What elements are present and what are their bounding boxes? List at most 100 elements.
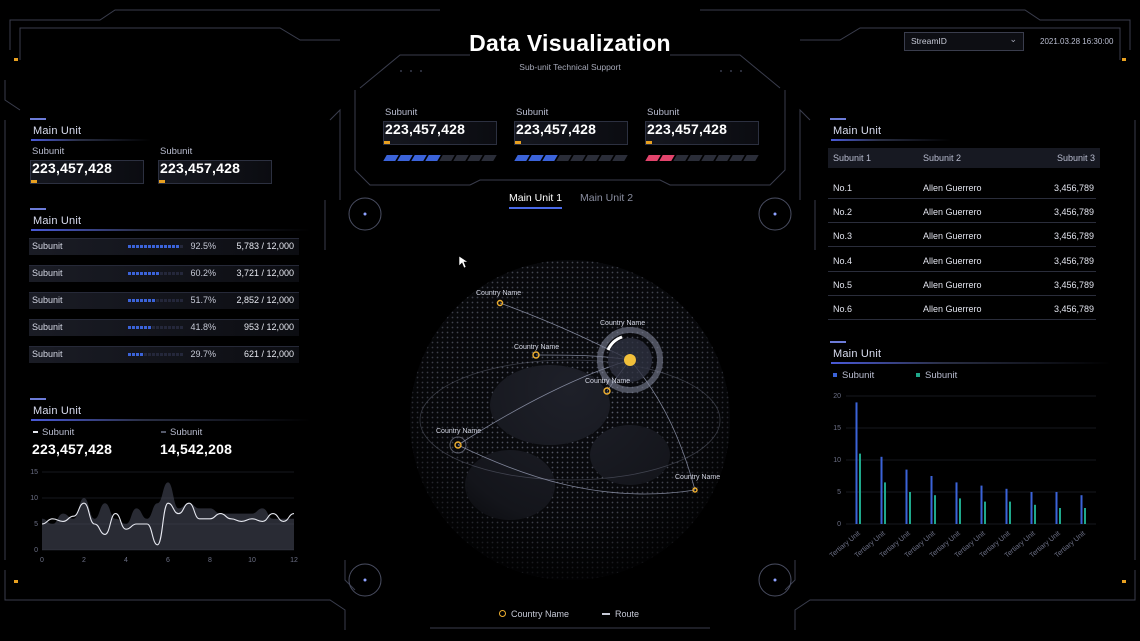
x-tick-label: 10 — [248, 557, 256, 564]
bar — [880, 456, 883, 524]
row-progress — [128, 272, 183, 275]
left-card-value: 223,457,428 — [32, 160, 113, 176]
panel-title: Main Unit — [833, 348, 882, 360]
y-tick-label: 15 — [30, 469, 38, 476]
bar — [855, 402, 858, 524]
table-row: No.6 Allen Guerrero 3,456,789 — [828, 301, 1096, 320]
value-cell: 3,456,789 — [1053, 304, 1094, 314]
column-header: Subunit 3 — [1056, 153, 1095, 163]
progress-bar — [514, 155, 628, 161]
legend-swatch — [161, 431, 166, 433]
top-card-label: Subunit — [385, 107, 418, 118]
bar — [1080, 495, 1083, 524]
x-tick-label: 4 — [124, 557, 128, 564]
row-value: 953 / 12,000 — [243, 322, 294, 332]
value-cell: 3,456,789 — [1053, 183, 1094, 193]
bar — [934, 495, 936, 524]
page-title: Data Visualization — [469, 30, 671, 56]
bar — [930, 476, 933, 524]
row-label: Subunit — [32, 295, 63, 305]
chevron-down-icon: ⌄ — [1009, 34, 1017, 44]
row-progress — [128, 245, 183, 248]
name-cell: Allen Guerrero — [923, 183, 982, 193]
table-row: No.3 Allen Guerrero 3,456,789 — [828, 228, 1096, 248]
value-cell: 3,456,789 — [1053, 207, 1094, 218]
bar — [909, 492, 911, 524]
progress-bar — [645, 155, 759, 161]
country-label: Country Name — [585, 378, 630, 385]
row-label: Subunit — [32, 241, 63, 251]
stream-select[interactable]: StreamID ⌄ — [904, 32, 1024, 51]
left-card-value: 223,457,428 — [160, 160, 241, 176]
y-tick-label: 0 — [34, 547, 38, 554]
y-tick-label: 10 — [833, 457, 841, 464]
legend-label: Subunit — [170, 427, 203, 438]
rank-cell: No.2 — [833, 207, 853, 218]
x-tick-label: 12 — [290, 557, 298, 564]
name-cell: Allen Guerrero — [923, 279, 982, 290]
name-cell: Allen Guerrero — [923, 207, 982, 218]
country-label: Country Name — [476, 290, 521, 297]
panel-title: Main Unit — [33, 215, 82, 227]
route-legend-label: Route — [615, 609, 640, 619]
row-percent: 51.7% — [190, 295, 216, 305]
tab-main-unit-2[interactable]: Main Unit 2 — [580, 192, 633, 204]
table-row: No.2 Allen Guerrero 3,456,789 — [828, 204, 1096, 224]
rank-cell: No.1 — [833, 183, 853, 193]
value-cell: 3,456,789 — [1053, 279, 1094, 290]
name-cell: Allen Guerrero — [923, 304, 982, 314]
bar — [1084, 508, 1086, 524]
legend-value: 14,542,208 — [160, 441, 233, 457]
top-card-value: 223,457,428 — [647, 121, 728, 137]
row-progress — [128, 299, 183, 302]
bar — [905, 469, 908, 524]
tab-main-unit-1[interactable]: Main Unit 1 — [509, 192, 563, 209]
bar — [980, 485, 983, 524]
legend-swatch — [33, 431, 38, 433]
row-progress — [128, 326, 183, 329]
bar — [984, 501, 986, 524]
y-tick-label: 5 — [34, 521, 38, 528]
x-tick-label: 6 — [166, 557, 170, 564]
row-percent: 29.7% — [190, 349, 216, 359]
area-series — [42, 482, 294, 550]
row-progress — [128, 353, 183, 356]
mouse-cursor-icon — [458, 255, 468, 269]
country-legend-icon — [499, 610, 506, 617]
country-label: Country Name — [600, 320, 645, 327]
row-value: 5,783 / 12,000 — [236, 241, 294, 251]
panel-title: Main Unit — [33, 125, 82, 137]
progress-segment — [743, 155, 759, 161]
bar — [859, 453, 861, 524]
bar — [1009, 501, 1011, 524]
table-header: Subunit 1 Subunit 2 Subunit 3 — [828, 148, 1100, 168]
left-card-label: Subunit — [160, 146, 193, 157]
row-label: Subunit — [32, 268, 63, 278]
route-legend-icon — [602, 613, 610, 615]
bar — [955, 482, 958, 524]
top-card-value: 223,457,428 — [516, 121, 597, 137]
country-label: Country Name — [675, 474, 720, 481]
bar — [959, 498, 961, 524]
line-chart: 0 5 10 15 0 2 4 6 8 10 12 — [30, 469, 298, 564]
row-value: 3,721 / 12,000 — [236, 268, 294, 278]
row-label: Subunit — [32, 349, 63, 359]
row-value: 2,852 / 12,000 — [236, 295, 294, 305]
rank-cell: No.4 — [833, 255, 853, 266]
row-percent: 92.5% — [190, 241, 216, 251]
page-subtitle: Sub-unit Technical Support — [519, 62, 621, 72]
table-row: No.1 Allen Guerrero 3,456,789 — [828, 180, 1096, 199]
globe: Country Name Country Name Country Name C… — [410, 260, 730, 580]
column-header: Subunit 1 — [833, 153, 872, 163]
datetime: 2021.03.28 16:30:00 — [1040, 37, 1114, 46]
progress-segment — [481, 155, 497, 161]
name-cell: Allen Guerrero — [923, 255, 982, 266]
y-tick-label: 0 — [837, 521, 841, 528]
table-row: No.4 Allen Guerrero 3,456,789 — [828, 253, 1096, 272]
row-percent: 60.2% — [190, 268, 216, 278]
top-card-value: 223,457,428 — [385, 121, 466, 137]
value-cell: 3,456,789 — [1053, 255, 1094, 266]
legend-label: Subunit — [925, 370, 958, 381]
progress-segment — [612, 155, 628, 161]
rank-cell: No.3 — [833, 231, 853, 242]
